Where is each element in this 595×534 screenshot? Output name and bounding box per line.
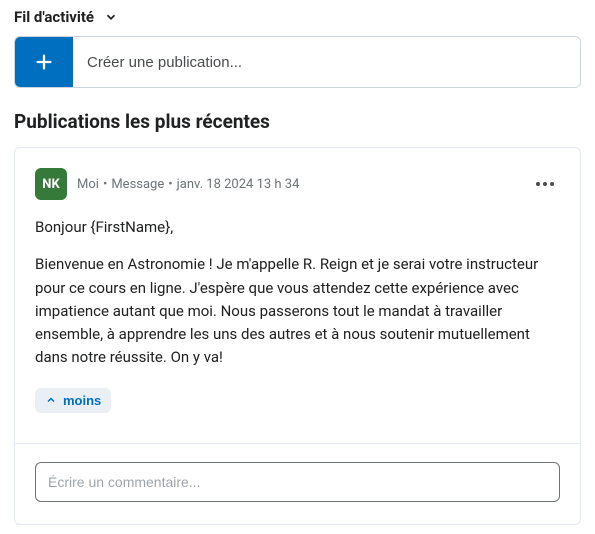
create-post-button[interactable]	[15, 37, 73, 87]
post-text: Bienvenue en Astronomie ! Je m'appelle R…	[35, 253, 560, 369]
plus-icon	[33, 51, 55, 73]
avatar: NK	[35, 168, 67, 200]
post-timestamp: janv. 18 2024 13 h 34	[177, 177, 300, 192]
dot-separator: •	[103, 177, 107, 192]
chevron-down-icon	[104, 10, 118, 24]
collapse-button[interactable]: moins	[35, 388, 111, 413]
chevron-up-icon	[45, 394, 57, 406]
dot-separator: •	[168, 177, 172, 192]
post-author: Moi	[77, 177, 99, 192]
collapse-label: moins	[63, 393, 101, 408]
post-header: NK Moi • Message • janv. 18 2024 13 h 34	[15, 168, 580, 200]
post-type: Message	[111, 177, 164, 192]
compose-row	[14, 36, 581, 88]
dot-icon	[536, 182, 540, 186]
compose-input[interactable]	[73, 37, 580, 87]
dot-icon	[550, 182, 554, 186]
feed-dropdown[interactable]: Fil d'activité	[14, 8, 581, 26]
post-body: Bonjour {FirstName}, Bienvenue en Astron…	[15, 216, 580, 370]
dot-icon	[543, 182, 547, 186]
post-greeting: Bonjour {FirstName},	[35, 216, 560, 239]
comment-area	[15, 443, 580, 524]
comment-input[interactable]	[35, 462, 560, 502]
post-card: NK Moi • Message • janv. 18 2024 13 h 34 Bon…	[14, 147, 581, 525]
more-options-button[interactable]	[530, 176, 560, 192]
post-meta: Moi • Message • janv. 18 2024 13 h 34	[77, 177, 520, 192]
section-title: Publications les plus récentes	[14, 110, 581, 133]
feed-label: Fil d'activité	[14, 8, 94, 26]
